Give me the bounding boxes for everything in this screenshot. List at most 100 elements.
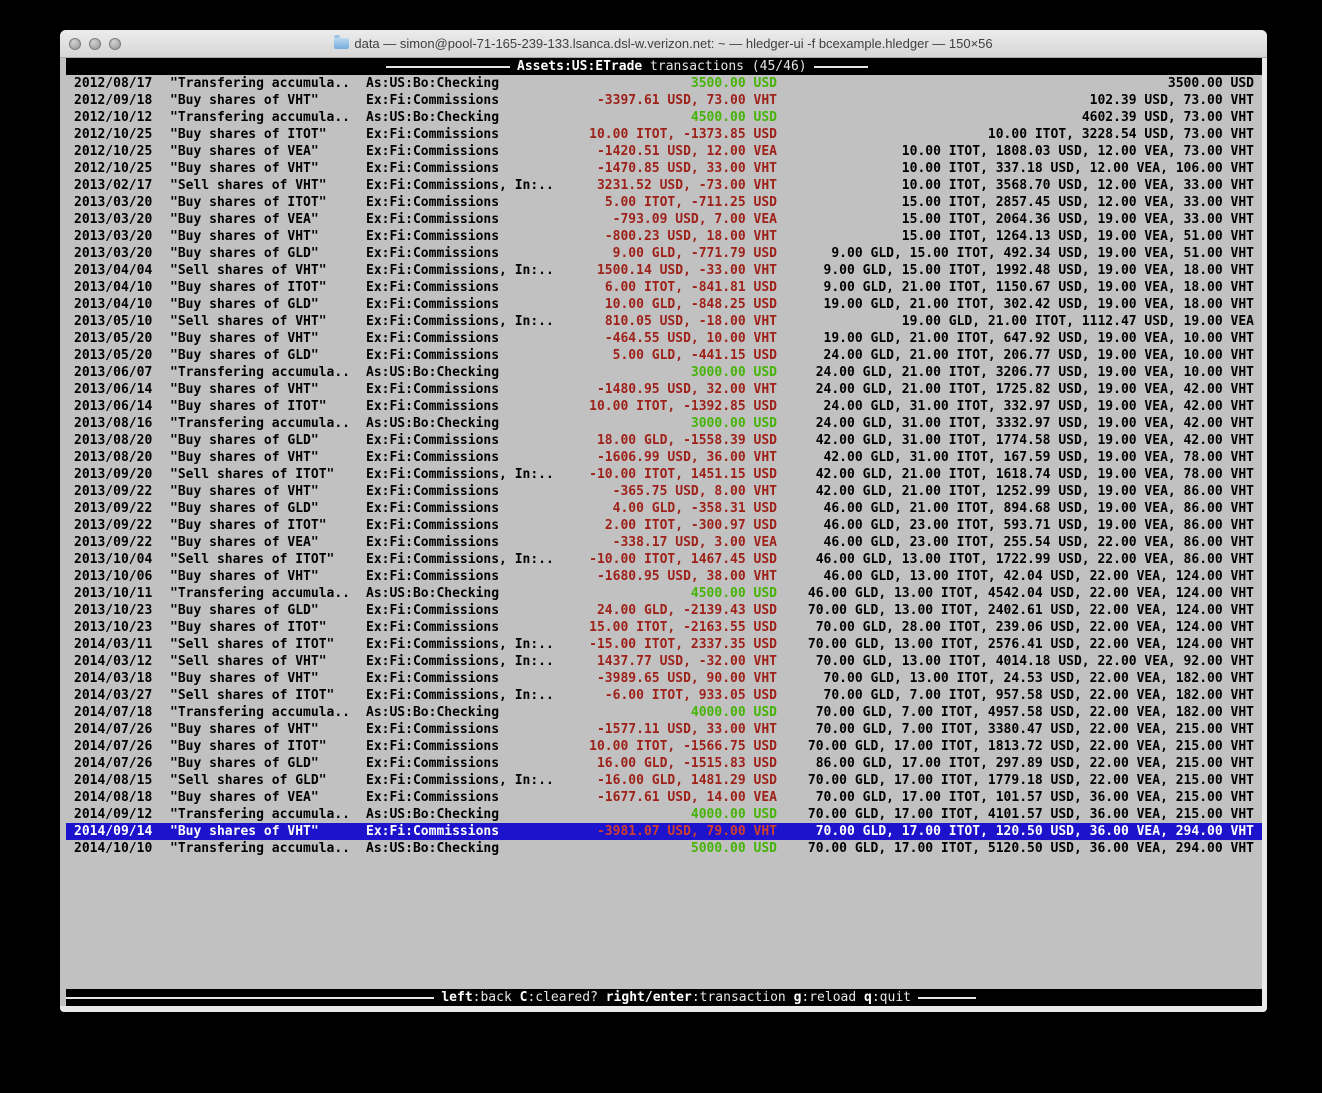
transaction-row[interactable]: 2013/10/04"Sell shares of ITOT"Ex:Fi:Com… <box>66 551 1262 568</box>
tx-amount: 4500.00 USD <box>566 585 777 602</box>
transaction-row[interactable]: 2014/09/12"Transfering accumula..As:US:B… <box>66 806 1262 823</box>
tx-date: 2013/10/23 <box>74 602 170 619</box>
transaction-row[interactable]: 2013/03/20"Buy shares of VHT"Ex:Fi:Commi… <box>66 228 1262 245</box>
tx-description: "Transfering accumula.. <box>170 415 366 432</box>
transaction-row[interactable]: 2013/05/20"Buy shares of VHT"Ex:Fi:Commi… <box>66 330 1262 347</box>
tx-balance: 70.00 GLD, 13.00 ITOT, 24.53 USD, 22.00 … <box>777 670 1254 687</box>
transaction-row[interactable]: 2013/06/07"Transfering accumula..As:US:B… <box>66 364 1262 381</box>
tx-date: 2013/10/06 <box>74 568 170 585</box>
header-bar: Assets:US:ETrade transactions (45/46) <box>66 58 1262 75</box>
footer-key-desc: :reload <box>801 990 856 1005</box>
transaction-row[interactable]: 2013/06/14"Buy shares of ITOT"Ex:Fi:Comm… <box>66 398 1262 415</box>
transaction-row[interactable]: 2014/08/18"Buy shares of VEA"Ex:Fi:Commi… <box>66 789 1262 806</box>
transaction-row[interactable]: 2014/03/12"Sell shares of VHT"Ex:Fi:Comm… <box>66 653 1262 670</box>
transaction-row[interactable]: 2013/06/14"Buy shares of VHT"Ex:Fi:Commi… <box>66 381 1262 398</box>
transaction-row[interactable]: 2013/03/20"Buy shares of ITOT"Ex:Fi:Comm… <box>66 194 1262 211</box>
tx-amount: -10.00 ITOT, 1451.15 USD <box>566 466 777 483</box>
transaction-row[interactable]: 2012/10/25"Buy shares of ITOT"Ex:Fi:Comm… <box>66 126 1262 143</box>
transaction-row[interactable]: 2014/07/26"Buy shares of ITOT"Ex:Fi:Comm… <box>66 738 1262 755</box>
tx-balance: 46.00 GLD, 13.00 ITOT, 42.04 USD, 22.00 … <box>777 568 1254 585</box>
tx-balance: 9.00 GLD, 21.00 ITOT, 1150.67 USD, 19.00… <box>777 279 1254 296</box>
header-label: Assets:US:ETrade transactions (45/46) <box>510 58 814 75</box>
tx-description: "Buy shares of GLD" <box>170 245 366 262</box>
transaction-row[interactable]: 2013/04/10"Buy shares of GLD"Ex:Fi:Commi… <box>66 296 1262 313</box>
tx-date: 2013/08/16 <box>74 415 170 432</box>
tx-accounts: Ex:Fi:Commissions <box>366 568 566 585</box>
transaction-row[interactable]: 2013/09/20"Sell shares of ITOT"Ex:Fi:Com… <box>66 466 1262 483</box>
transaction-row[interactable]: 2013/10/11"Transfering accumula..As:US:B… <box>66 585 1262 602</box>
transaction-row[interactable]: 2012/08/17"Transfering accumula..As:US:B… <box>66 75 1262 92</box>
tx-balance: 15.00 ITOT, 2064.36 USD, 19.00 VEA, 33.0… <box>777 211 1254 228</box>
tx-description: "Buy shares of VHT" <box>170 568 366 585</box>
tx-accounts: Ex:Fi:Commissions <box>366 194 566 211</box>
transaction-row[interactable]: 2013/09/22"Buy shares of VHT"Ex:Fi:Commi… <box>66 483 1262 500</box>
zoom-button[interactable] <box>109 38 121 50</box>
window-titlebar[interactable]: data — simon@pool-71-165-239-133.lsanca.… <box>60 30 1267 58</box>
transaction-row[interactable]: 2014/03/27"Sell shares of ITOT"Ex:Fi:Com… <box>66 687 1262 704</box>
tx-balance: 42.00 GLD, 21.00 ITOT, 1252.99 USD, 19.0… <box>777 483 1254 500</box>
transaction-row[interactable]: 2014/08/15"Sell shares of GLD"Ex:Fi:Comm… <box>66 772 1262 789</box>
transaction-row[interactable]: 2013/09/22"Buy shares of GLD"Ex:Fi:Commi… <box>66 500 1262 517</box>
close-button[interactable] <box>69 38 81 50</box>
footer-key: q <box>864 990 872 1005</box>
tx-date: 2012/10/25 <box>74 126 170 143</box>
tx-balance: 9.00 GLD, 15.00 ITOT, 1992.48 USD, 19.00… <box>777 262 1254 279</box>
transaction-row[interactable]: 2013/09/22"Buy shares of VEA"Ex:Fi:Commi… <box>66 534 1262 551</box>
transaction-row[interactable]: 2013/08/20"Buy shares of VHT"Ex:Fi:Commi… <box>66 449 1262 466</box>
transaction-row[interactable]: 2013/08/16"Transfering accumula..As:US:B… <box>66 415 1262 432</box>
footer-key: left <box>441 990 472 1005</box>
transaction-row[interactable]: 2014/07/26"Buy shares of VHT"Ex:Fi:Commi… <box>66 721 1262 738</box>
transaction-row[interactable]: 2014/10/10"Transfering accumula..As:US:B… <box>66 840 1262 857</box>
transaction-row[interactable]: 2013/09/22"Buy shares of ITOT"Ex:Fi:Comm… <box>66 517 1262 534</box>
tx-accounts: Ex:Fi:Commissions <box>366 296 566 313</box>
tx-balance: 24.00 GLD, 21.00 ITOT, 1725.82 USD, 19.0… <box>777 381 1254 398</box>
tx-date: 2013/02/17 <box>74 177 170 194</box>
transaction-row[interactable]: 2013/05/10"Sell shares of VHT"Ex:Fi:Comm… <box>66 313 1262 330</box>
tx-balance: 70.00 GLD, 17.00 ITOT, 1813.72 USD, 22.0… <box>777 738 1254 755</box>
tx-balance: 10.00 ITOT, 3568.70 USD, 12.00 VEA, 33.0… <box>777 177 1254 194</box>
transaction-row[interactable]: 2013/10/23"Buy shares of GLD"Ex:Fi:Commi… <box>66 602 1262 619</box>
tx-accounts: Ex:Fi:Commissions <box>366 500 566 517</box>
transaction-row[interactable]: 2014/07/26"Buy shares of GLD"Ex:Fi:Commi… <box>66 755 1262 772</box>
tx-balance: 10.00 ITOT, 337.18 USD, 12.00 VEA, 106.0… <box>777 160 1254 177</box>
transaction-row[interactable]: 2012/10/25"Buy shares of VHT"Ex:Fi:Commi… <box>66 160 1262 177</box>
tx-date: 2013/10/23 <box>74 619 170 636</box>
terminal-content: Assets:US:ETrade transactions (45/46) 20… <box>60 58 1262 1006</box>
footer-key: right/enter <box>606 990 692 1005</box>
tx-description: "Buy shares of VHT" <box>170 449 366 466</box>
transaction-row[interactable]: 2013/10/23"Buy shares of ITOT"Ex:Fi:Comm… <box>66 619 1262 636</box>
tx-balance: 46.00 GLD, 13.00 ITOT, 4542.04 USD, 22.0… <box>777 585 1254 602</box>
transaction-row[interactable]: 2012/10/25"Buy shares of VEA"Ex:Fi:Commi… <box>66 143 1262 160</box>
transaction-row[interactable]: 2014/03/11"Sell shares of ITOT"Ex:Fi:Com… <box>66 636 1262 653</box>
tx-date: 2014/07/26 <box>74 738 170 755</box>
tx-balance: 70.00 GLD, 7.00 ITOT, 4957.58 USD, 22.00… <box>777 704 1254 721</box>
transaction-row[interactable]: 2013/04/04"Sell shares of VHT"Ex:Fi:Comm… <box>66 262 1262 279</box>
tx-date: 2013/04/04 <box>74 262 170 279</box>
tx-amount: -464.55 USD, 10.00 VHT <box>566 330 777 347</box>
transaction-row[interactable]: 2013/05/20"Buy shares of GLD"Ex:Fi:Commi… <box>66 347 1262 364</box>
tx-amount: 810.05 USD, -18.00 VHT <box>566 313 777 330</box>
tx-balance: 70.00 GLD, 7.00 ITOT, 3380.47 USD, 22.00… <box>777 721 1254 738</box>
transaction-row[interactable]: 2013/03/20"Buy shares of VEA"Ex:Fi:Commi… <box>66 211 1262 228</box>
transaction-row[interactable]: 2012/09/18"Buy shares of VHT"Ex:Fi:Commi… <box>66 92 1262 109</box>
tx-accounts: Ex:Fi:Commissions, In:.. <box>366 262 566 279</box>
transaction-row[interactable]: 2013/02/17"Sell shares of VHT"Ex:Fi:Comm… <box>66 177 1262 194</box>
transaction-row[interactable]: 2013/08/20"Buy shares of GLD"Ex:Fi:Commi… <box>66 432 1262 449</box>
transaction-row[interactable]: 2013/03/20"Buy shares of GLD"Ex:Fi:Commi… <box>66 245 1262 262</box>
transaction-row[interactable]: 2012/10/12"Transfering accumula..As:US:B… <box>66 109 1262 126</box>
transaction-row[interactable]: 2014/07/18"Transfering accumula..As:US:B… <box>66 704 1262 721</box>
tx-balance: 24.00 GLD, 21.00 ITOT, 3206.77 USD, 19.0… <box>777 364 1254 381</box>
tx-accounts: Ex:Fi:Commissions <box>366 126 566 143</box>
tx-balance: 4602.39 USD, 73.00 VHT <box>777 109 1254 126</box>
transaction-row[interactable]: 2013/10/06"Buy shares of VHT"Ex:Fi:Commi… <box>66 568 1262 585</box>
minimize-button[interactable] <box>89 38 101 50</box>
tx-description: "Buy shares of VEA" <box>170 211 366 228</box>
footer-key-desc: :back <box>473 990 512 1005</box>
tx-amount: -338.17 USD, 3.00 VEA <box>566 534 777 551</box>
transaction-row[interactable]: 2013/04/10"Buy shares of ITOT"Ex:Fi:Comm… <box>66 279 1262 296</box>
tx-description: "Buy shares of VHT" <box>170 330 366 347</box>
transaction-row[interactable]: 2014/03/18"Buy shares of VHT"Ex:Fi:Commi… <box>66 670 1262 687</box>
transaction-row[interactable]: 2014/09/14"Buy shares of VHT"Ex:Fi:Commi… <box>66 823 1262 840</box>
tx-accounts: Ex:Fi:Commissions <box>366 347 566 364</box>
tx-date: 2013/10/04 <box>74 551 170 568</box>
